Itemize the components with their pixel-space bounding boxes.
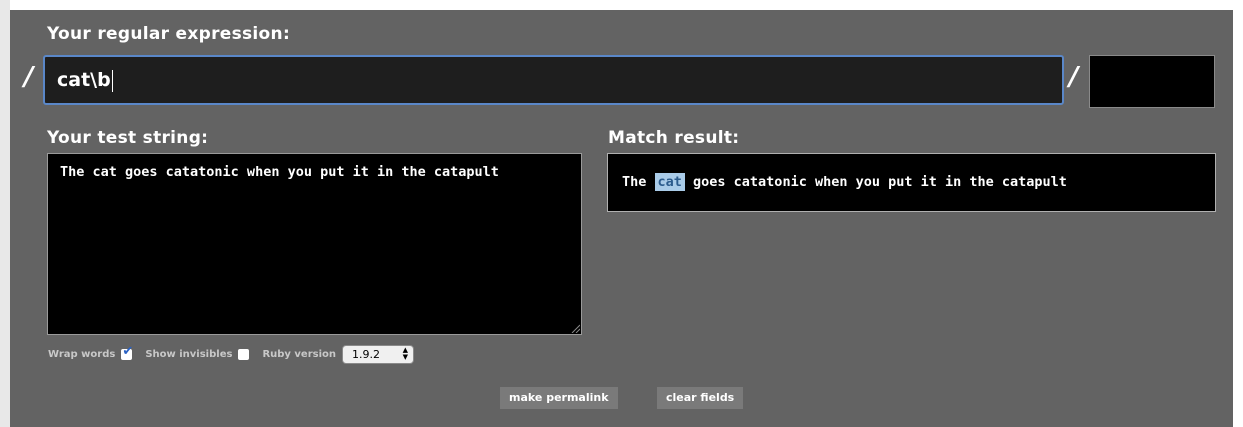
test-string-label: Your test string:: [47, 128, 209, 148]
wrap-words-checkbox[interactable]: ✔: [121, 344, 133, 360]
updown-arrows-icon: ▲ ▼: [402, 346, 409, 361]
clear-fields-button[interactable]: clear fields: [657, 387, 744, 409]
match-text-after: goes catatonic when you put it in the ca…: [684, 174, 1067, 190]
match-result-box: The cat goes catatonic when you put it i…: [607, 153, 1216, 212]
wrap-words-label: Wrap words: [48, 348, 116, 360]
resize-grip-icon[interactable]: [571, 324, 580, 333]
show-invisibles-checkbox[interactable]: [238, 348, 250, 360]
ruby-version-value: 1.9.2: [352, 347, 381, 361]
regex-flags-input[interactable]: [1089, 55, 1215, 108]
regex-tester-panel: Your regular expression: / cat\b / Your …: [10, 10, 1233, 427]
window-left-edge: [0, 0, 10, 427]
options-row: Wrap words ✔ Show invisibles Ruby versio…: [48, 343, 415, 365]
match-highlight: cat: [654, 173, 685, 191]
show-invisibles-label: Show invisibles: [145, 348, 233, 360]
match-result-label: Match result:: [608, 128, 740, 148]
regex-input[interactable]: [43, 55, 1064, 105]
checkmark-icon: ✔: [122, 343, 134, 359]
ruby-version-select[interactable]: 1.9.2 ▲ ▼: [342, 344, 415, 364]
regex-open-delimiter: /: [24, 62, 34, 92]
match-text-before: The: [622, 174, 655, 190]
test-string-textarea[interactable]: The cat goes catatonic when you put it i…: [47, 153, 582, 335]
ruby-version-label: Ruby version: [262, 348, 337, 360]
make-permalink-button[interactable]: make permalink: [500, 387, 618, 409]
regex-close-delimiter: /: [1069, 62, 1079, 92]
regex-label: Your regular expression:: [47, 24, 291, 44]
